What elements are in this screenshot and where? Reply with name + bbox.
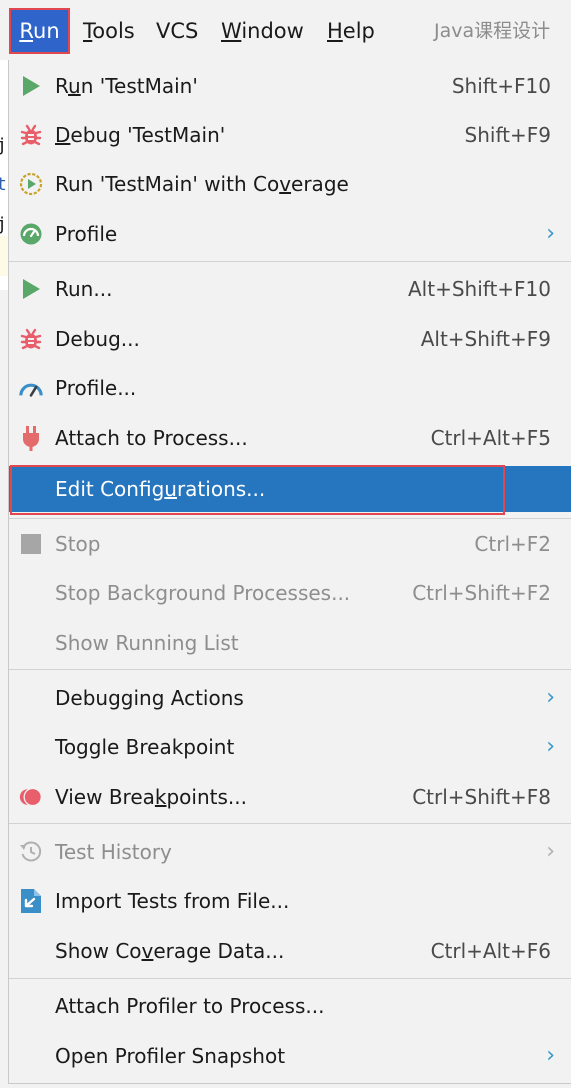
menu-item-profile-dialog[interactable]: Profile... xyxy=(9,365,571,411)
profiler-icon xyxy=(19,222,43,246)
menu-item-debug-dialog[interactable]: Debug... Alt+Shift+F9 xyxy=(9,316,571,362)
menu-item-import-tests[interactable]: Import Tests from File... xyxy=(9,878,571,924)
shortcut: Ctrl+Alt+F5 xyxy=(430,426,551,450)
menu-item-attach-to-process[interactable]: Attach to Process... Ctrl+Alt+F5 xyxy=(9,415,571,461)
menu-item-edit-configurations[interactable]: Edit Configurations... xyxy=(9,466,571,512)
run-menu-dropdown: Run 'TestMain' Shift+F10 Debug 'TestMain… xyxy=(8,60,571,1084)
window-title: Java课程设计 xyxy=(434,20,551,42)
chevron-right-icon: › xyxy=(546,221,555,246)
editor-char: j xyxy=(0,214,7,235)
stop-icon xyxy=(19,532,43,556)
menu-item-view-breakpoints[interactable]: View Breakpoints... Ctrl+Shift+F8 xyxy=(9,774,571,820)
menu-vcs[interactable]: VCS xyxy=(156,8,198,54)
chevron-right-icon: › xyxy=(546,685,555,710)
menu-item-profile-submenu[interactable]: Profile › xyxy=(9,211,571,257)
menu-help[interactable]: Help xyxy=(327,8,375,54)
debug-icon xyxy=(19,123,43,147)
breakpoints-icon xyxy=(19,785,43,809)
separator xyxy=(9,518,571,519)
shortcut: Shift+F9 xyxy=(464,123,551,147)
gauge-icon xyxy=(19,376,43,400)
debug-icon xyxy=(19,327,43,351)
menu-item-stop-background-processes[interactable]: Stop Background Processes... Ctrl+Shift+… xyxy=(9,570,571,616)
run-icon xyxy=(19,74,43,98)
coverage-icon xyxy=(19,172,43,196)
menu-tools[interactable]: Tools xyxy=(83,8,135,54)
separator xyxy=(9,978,571,979)
menu-item-run-with-coverage[interactable]: Run 'TestMain' with Coverage xyxy=(9,161,571,207)
shortcut: Ctrl+F2 xyxy=(474,532,551,556)
history-icon xyxy=(19,840,43,864)
menu-item-stop[interactable]: Stop Ctrl+F2 xyxy=(9,521,571,567)
menu-bar: Run Tools VCS Window Help Java课程设计 xyxy=(0,0,571,60)
separator xyxy=(9,669,571,670)
menu-item-debugging-actions[interactable]: Debugging Actions › xyxy=(9,675,571,721)
import-tests-icon xyxy=(19,889,43,913)
menu-item-open-profiler-snapshot[interactable]: Open Profiler Snapshot › xyxy=(9,1033,571,1079)
menu-item-toggle-breakpoint[interactable]: Toggle Breakpoint › xyxy=(9,724,571,770)
plug-icon xyxy=(19,426,43,451)
shortcut: Ctrl+Alt+F6 xyxy=(430,939,551,963)
editor-char: t xyxy=(0,174,7,195)
menu-item-show-running-list[interactable]: Show Running List xyxy=(9,620,571,666)
menu-item-test-history[interactable]: Test History › xyxy=(9,829,571,875)
menu-item-attach-profiler[interactable]: Attach Profiler to Process... xyxy=(9,983,571,1029)
menu-item-show-coverage-data[interactable]: Show Coverage Data... Ctrl+Alt+F6 xyxy=(9,928,571,974)
shortcut: Alt+Shift+F10 xyxy=(407,277,551,301)
chevron-right-icon: › xyxy=(546,734,555,759)
chevron-right-icon: › xyxy=(546,839,555,864)
shortcut: Ctrl+Shift+F2 xyxy=(412,581,551,605)
run-icon xyxy=(19,277,43,301)
shortcut: Shift+F10 xyxy=(451,74,551,98)
menu-run[interactable]: Run xyxy=(9,8,70,54)
separator xyxy=(9,823,571,824)
editor-char: j xyxy=(0,135,7,156)
separator xyxy=(9,261,571,262)
shortcut: Alt+Shift+F9 xyxy=(420,327,551,351)
menu-window[interactable]: Window xyxy=(221,8,304,54)
menu-item-run-testmain[interactable]: Run 'TestMain' Shift+F10 xyxy=(9,63,571,109)
chevron-right-icon: › xyxy=(546,1043,555,1068)
menu-item-run-dialog[interactable]: Run... Alt+Shift+F10 xyxy=(9,266,571,312)
shortcut: Ctrl+Shift+F8 xyxy=(412,785,551,809)
menu-item-debug-testmain[interactable]: Debug 'TestMain' Shift+F9 xyxy=(9,112,571,158)
